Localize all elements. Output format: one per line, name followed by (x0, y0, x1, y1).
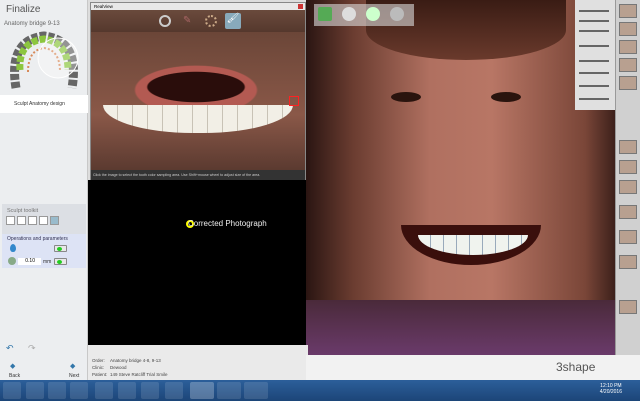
adjustment-sliders (575, 0, 615, 110)
sampling-area-marker[interactable] (289, 96, 299, 106)
ops-title: Operations and parameters (7, 236, 68, 242)
eye-right (491, 92, 521, 102)
dental-arch-icon[interactable] (8, 30, 80, 90)
realview-toolbar: ✎ 🖌 (91, 10, 305, 32)
toolkit-title: Sculpt toolkit (7, 208, 39, 214)
back-button[interactable]: Back (9, 373, 20, 379)
brand-logo: 3shape (556, 360, 596, 374)
pen-icon[interactable]: ✎ (183, 15, 195, 27)
close-icon[interactable] (298, 4, 303, 9)
tool-tooth-icon[interactable] (28, 216, 37, 225)
tooth-shape-icon[interactable] (342, 7, 356, 21)
start-button[interactable] (3, 382, 21, 399)
view-icon[interactable] (619, 22, 637, 36)
tooth-view-icon[interactable] (318, 7, 332, 21)
thickness-icon (8, 257, 16, 265)
tooth-icon[interactable] (619, 300, 637, 314)
explorer-icon[interactable] (70, 382, 88, 399)
eye-left (391, 92, 421, 102)
sphere-icon[interactable] (390, 7, 404, 21)
panel-title: Finalize (6, 4, 41, 15)
realview-caption: Click the image to select the tooth colo… (91, 170, 305, 180)
lasso-icon[interactable] (205, 15, 217, 27)
taskbar-app-icon[interactable] (190, 382, 214, 399)
refresh-icon[interactable] (159, 15, 171, 27)
realview-title: RealView (91, 3, 305, 10)
taskbar-app-icon[interactable] (244, 382, 268, 399)
order-value: Anatomy bridge 4-8, 9-13 (110, 358, 161, 363)
slider[interactable] (579, 60, 609, 62)
brand-bar: 3shape (306, 355, 640, 380)
tool-smooth-icon[interactable] (50, 216, 59, 225)
taskbar-app-icon[interactable] (26, 382, 44, 399)
tooth-icon[interactable] (619, 160, 637, 174)
view-icon[interactable] (619, 58, 637, 72)
patient-value: 149 Steve Ratcliff Trial Smile (110, 372, 168, 377)
slider[interactable] (579, 20, 609, 22)
realview-window[interactable]: RealView ✎ 🖌 Click the image to select t… (90, 2, 306, 180)
back-arrow-icon[interactable]: ◆ (10, 362, 15, 370)
taskbar-app-icon[interactable] (141, 382, 159, 399)
ie-icon[interactable] (48, 382, 66, 399)
taskbar-app-icon[interactable] (95, 382, 113, 399)
undo-icon[interactable]: ↶ (6, 343, 14, 354)
slider[interactable] (579, 30, 609, 32)
tooth-icon[interactable] (619, 140, 637, 154)
slider[interactable] (579, 45, 609, 47)
brush-icon[interactable]: 🖌 (225, 13, 241, 29)
patient-photo[interactable] (306, 0, 616, 355)
thickness-input[interactable]: 0.10 (18, 258, 41, 265)
tooth-color-icon[interactable] (366, 7, 380, 21)
corrected-photograph-label: Corrected Photograph (188, 219, 267, 228)
case-info: Order: Anatomy bridge 4-8, 9-13 Clinic: … (88, 345, 308, 380)
next-arrow-icon[interactable]: ◆ (70, 362, 75, 370)
view-icon[interactable] (619, 40, 637, 54)
taskbar-app-icon[interactable] (217, 382, 241, 399)
right-toolbar (615, 0, 640, 355)
view-icon[interactable] (619, 76, 637, 90)
slider[interactable] (579, 98, 609, 100)
tooth-icon[interactable] (619, 230, 637, 244)
slider[interactable] (579, 72, 609, 74)
face-icon[interactable] (619, 205, 637, 219)
step-sculpt-anatomy[interactable]: Sculpt Anatomy design (0, 95, 88, 113)
tool-brush-icon[interactable] (17, 216, 26, 225)
date: 4/20/2016 (599, 389, 622, 395)
case-subtitle: Anatomy bridge 9-13 (4, 21, 60, 27)
clinic-label: Clinic: (92, 365, 105, 370)
taskbar-app-icon[interactable] (165, 382, 183, 399)
tool-knife-icon[interactable] (39, 216, 48, 225)
apply-thickness-button[interactable] (54, 258, 67, 265)
patient-label: Patient: (92, 372, 108, 377)
order-label: Order: (92, 358, 105, 363)
canvas-background (88, 180, 308, 345)
chrome-icon[interactable] (118, 382, 136, 399)
realview-photo[interactable] (91, 32, 305, 170)
shirt (306, 300, 616, 355)
drop-icon (10, 244, 16, 252)
clinic-value: Dewood (110, 365, 127, 370)
tool-pencil-icon[interactable] (6, 216, 15, 225)
slider[interactable] (579, 10, 609, 12)
tooth-icon[interactable] (619, 255, 637, 269)
tooth-icon[interactable] (619, 180, 637, 194)
next-button[interactable]: Next (69, 373, 79, 379)
teeth-closeup (103, 105, 293, 133)
view-icon[interactable] (619, 4, 637, 18)
unit-label: mm (43, 259, 52, 265)
slider[interactable] (579, 85, 609, 87)
redo-icon[interactable]: ↷ (28, 343, 36, 354)
clock[interactable]: 12:10 PM 4/20/2016 (600, 383, 622, 395)
left-panel: Finalize Anatomy bridge 9-13 Sculpt Anat… (0, 0, 88, 380)
apply-button[interactable] (54, 245, 67, 252)
